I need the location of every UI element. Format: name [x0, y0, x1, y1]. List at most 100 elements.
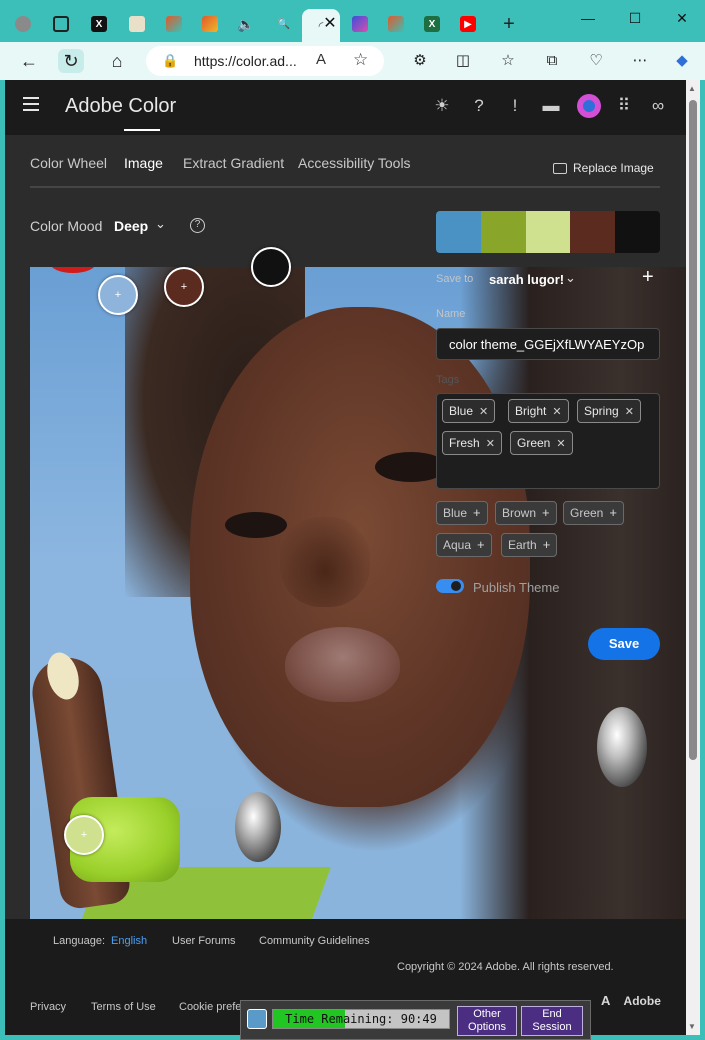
swatch-3[interactable]: [525, 211, 571, 253]
notes-icon: [129, 16, 145, 32]
publish-theme-label: Publish Theme: [473, 580, 560, 595]
close-window-button[interactable]: ✕: [667, 6, 697, 30]
tab-color-wheel[interactable]: Color Wheel: [30, 155, 107, 171]
tab-8[interactable]: [345, 9, 375, 39]
tab-5[interactable]: [195, 9, 225, 39]
end-session-button[interactable]: End Session: [521, 1006, 583, 1036]
page-scrollbar[interactable]: ▲ ▼: [686, 80, 700, 1035]
tab-1[interactable]: [46, 9, 76, 39]
favorite-star-icon[interactable]: ☆: [353, 50, 368, 70]
suggested-tag[interactable]: Aqua +: [436, 533, 492, 557]
community-guidelines-link[interactable]: Community Guidelines: [259, 935, 370, 947]
refresh-icon[interactable]: ↻: [58, 49, 84, 73]
remove-tag-icon[interactable]: ✕: [556, 438, 565, 450]
tab-10[interactable]: X: [417, 9, 447, 39]
tab-extract-gradient[interactable]: Extract Gradient: [183, 155, 284, 171]
remove-tag-icon[interactable]: ✕: [479, 406, 488, 418]
copyright-text: Copyright © 2024 Adobe. All rights reser…: [397, 961, 614, 973]
url-field[interactable]: 🔒 https://color.ad... A ☆: [146, 46, 384, 76]
save-button[interactable]: Save: [588, 628, 660, 660]
back-icon[interactable]: ←: [16, 49, 42, 73]
tab-2[interactable]: X: [84, 9, 114, 39]
replace-image-label: Replace Image: [573, 161, 654, 175]
extensions-icon[interactable]: ⚙: [408, 50, 432, 72]
tag-chip[interactable]: Blue ✕: [442, 399, 496, 423]
language-link[interactable]: English: [111, 935, 147, 947]
tag-chip[interactable]: Spring ✕: [577, 399, 641, 423]
swatch-2[interactable]: [480, 211, 526, 253]
plus-icon: +: [503, 12, 515, 35]
chat-icon[interactable]: ▬: [540, 95, 562, 117]
swatch-4[interactable]: [570, 211, 616, 253]
read-aloud-icon[interactable]: A: [316, 51, 326, 68]
creative-cloud-icon[interactable]: ∞: [647, 95, 669, 117]
new-tab-button[interactable]: +: [494, 9, 524, 39]
color-picker-handle[interactable]: +: [64, 815, 104, 855]
collections-icon[interactable]: ⧉: [540, 50, 564, 72]
privacy-link[interactable]: Privacy: [30, 1001, 66, 1013]
tab-6[interactable]: 🔈: [231, 9, 261, 39]
scrollbar-thumb[interactable]: [689, 100, 697, 760]
tag-chip[interactable]: Green ✕: [510, 431, 573, 455]
replace-image-button[interactable]: Replace Image: [553, 161, 654, 175]
apps-grid-icon[interactable]: ⠿: [613, 95, 635, 117]
cookie-preferences-link[interactable]: Cookie prefe: [179, 1001, 241, 1013]
tab-image[interactable]: Image: [124, 155, 163, 171]
swatch-5[interactable]: [615, 211, 660, 253]
tab-9[interactable]: [381, 9, 411, 39]
save-to-dropdown[interactable]: sarah lugor!: [489, 272, 564, 287]
user-forums-link[interactable]: User Forums: [172, 935, 236, 947]
chevron-down-icon[interactable]: ⌄: [155, 216, 166, 232]
theme-name-input[interactable]: color theme_GGEjXfLWYAEYzOp: [436, 328, 660, 360]
tags-input[interactable]: Blue ✕ Bright ✕ Spring ✕ Fresh ✕ Green ✕: [436, 393, 660, 489]
color-picker-handle[interactable]: [251, 247, 291, 287]
scroll-down-icon[interactable]: ▼: [688, 1022, 696, 1031]
tab-11[interactable]: ▶: [453, 9, 483, 39]
color-mood-dropdown[interactable]: Deep: [114, 218, 148, 234]
other-options-button[interactable]: Other Options: [457, 1006, 517, 1036]
browser-essentials-icon[interactable]: ♡: [584, 50, 608, 72]
scroll-up-icon[interactable]: ▲: [688, 84, 696, 93]
home-icon[interactable]: ⌂: [104, 49, 130, 73]
split-screen-icon[interactable]: ◫: [451, 50, 475, 72]
swatch-1[interactable]: [436, 211, 481, 253]
app-title: Adobe Color: [65, 95, 177, 117]
window-icon: [53, 16, 69, 32]
plus-icon: +: [542, 537, 551, 552]
more-options-icon[interactable]: ⋯: [628, 50, 652, 72]
copilot-icon[interactable]: ◆: [670, 50, 694, 72]
suggested-tag[interactable]: Blue +: [436, 501, 488, 525]
minimize-button[interactable]: —: [573, 6, 603, 30]
remove-tag-icon[interactable]: ✕: [552, 406, 561, 418]
tab-accessibility-tools[interactable]: Accessibility Tools: [298, 155, 411, 171]
help-circle-icon[interactable]: ?: [190, 218, 205, 233]
alert-icon[interactable]: !: [504, 95, 526, 117]
publish-theme-toggle[interactable]: [436, 579, 464, 593]
avatar[interactable]: [577, 94, 601, 118]
suggested-tag[interactable]: Earth +: [501, 533, 558, 557]
terms-link[interactable]: Terms of Use: [91, 1001, 156, 1013]
tag-chip[interactable]: Bright ✕: [508, 399, 569, 423]
source-photo[interactable]: [30, 267, 686, 919]
suggested-tag[interactable]: Brown +: [495, 501, 557, 525]
maximize-button[interactable]: ☐: [620, 6, 650, 30]
remove-tag-icon[interactable]: ✕: [486, 438, 495, 450]
chevron-down-icon[interactable]: ⌄: [565, 270, 576, 286]
tag-chip[interactable]: Fresh ✕: [442, 431, 502, 455]
tab-3[interactable]: [122, 9, 152, 39]
save-to-label: Save to: [436, 273, 474, 285]
hamburger-menu-icon[interactable]: [23, 97, 41, 113]
tab-7[interactable]: 🔍: [269, 9, 299, 39]
help-icon[interactable]: ?: [468, 95, 490, 117]
tab-4[interactable]: [159, 9, 189, 39]
profile-tab[interactable]: [8, 9, 38, 39]
add-library-button[interactable]: +: [642, 266, 654, 289]
color-picker-handle[interactable]: +: [164, 267, 204, 307]
color-picker-handle[interactable]: +: [98, 275, 138, 315]
theme-icon[interactable]: ☀: [431, 95, 453, 117]
remove-tag-icon[interactable]: ✕: [625, 406, 634, 418]
language-label: Language:: [53, 935, 105, 947]
favorites-icon[interactable]: ☆: [496, 50, 520, 72]
suggested-tag[interactable]: Green +: [563, 501, 624, 525]
close-tab-icon[interactable]: ✕: [320, 14, 340, 34]
